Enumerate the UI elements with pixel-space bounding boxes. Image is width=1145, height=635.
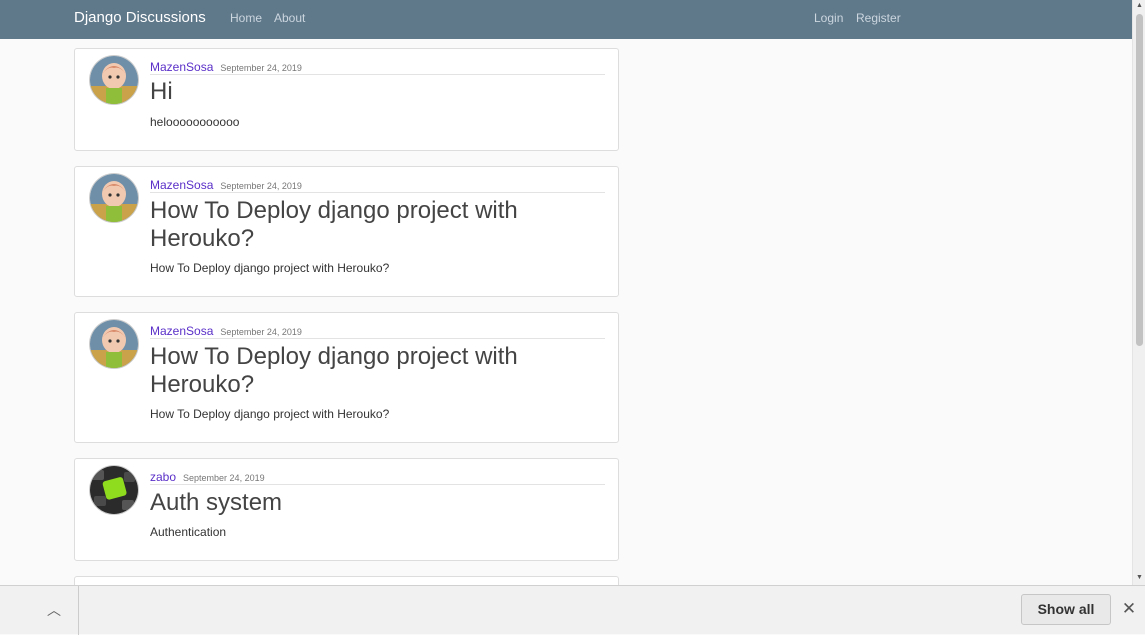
post-title[interactable]: How To Deploy django project with Herouk… (150, 197, 590, 253)
post-card: MazenSosa September 24, 2019 How To Deplo… (74, 166, 619, 297)
post-meta: MazenSosa September 24, 2019 (150, 322, 605, 339)
chevron-up-icon[interactable]: ︿ (36, 596, 72, 624)
close-icon[interactable]: ✕ (1119, 597, 1139, 621)
divider (78, 586, 79, 635)
author-link[interactable]: MazenSosa (150, 178, 213, 192)
post-content: helooooooooooo (150, 115, 240, 129)
cartoon-avatar-icon (90, 174, 138, 222)
main-content: MazenSosa September 24, 2019 Hi heloooooo… (0, 39, 1132, 585)
post-title[interactable]: Auth system (150, 489, 590, 517)
nav-login-link[interactable]: Login (814, 11, 843, 25)
post-card: zabo September 24, 2019 Auth system Authe… (74, 458, 619, 561)
navbar: Django Discussions Home About Login Regi… (0, 0, 1132, 39)
author-link[interactable]: MazenSosa (150, 324, 213, 338)
avatar[interactable] (90, 320, 138, 368)
nav-about-link[interactable]: About (274, 11, 305, 25)
download-bar: ︿ Show all ✕ (0, 585, 1145, 635)
avatar[interactable] (90, 466, 138, 514)
post-date: September 24, 2019 (220, 181, 302, 191)
post-meta: zabo September 24, 2019 (150, 468, 605, 485)
vertical-scrollbar[interactable]: ▲ ▼ (1132, 0, 1145, 585)
post-meta: MazenSosa September 24, 2019 (150, 58, 605, 75)
author-link[interactable]: zabo (150, 470, 176, 484)
post-meta: MazenSosa September 24, 2019 (150, 176, 605, 193)
cartoon-avatar-icon (90, 320, 138, 368)
show-all-button[interactable]: Show all (1021, 594, 1111, 625)
brand-link[interactable]: Django Discussions (74, 9, 206, 26)
post-date: September 24, 2019 (220, 327, 302, 337)
nav-register-link[interactable]: Register (856, 11, 901, 25)
nav-home-link[interactable]: Home (230, 11, 262, 25)
scrollbar-thumb[interactable] (1136, 14, 1143, 346)
post-card: MazenSosa September 24, 2019 How To Deplo… (74, 312, 619, 443)
post-title[interactable]: Hi (150, 78, 590, 106)
post-content: Authentication (150, 525, 227, 539)
post-content: How To Deploy django project with Herouk… (150, 407, 390, 421)
post-title[interactable]: How To Deploy django project with Herouk… (150, 343, 590, 399)
scroll-up-arrow-icon[interactable]: ▲ (1136, 2, 1143, 9)
avatar[interactable] (90, 174, 138, 222)
post-date: September 24, 2019 (220, 63, 302, 73)
author-link[interactable]: MazenSosa (150, 60, 213, 74)
cartoon-avatar-icon (90, 56, 138, 104)
post-card (74, 576, 619, 585)
post-card: MazenSosa September 24, 2019 Hi heloooooo… (74, 48, 619, 151)
scroll-down-arrow-icon[interactable]: ▼ (1136, 574, 1143, 581)
keyboard-avatar-icon (90, 466, 138, 514)
post-date: September 24, 2019 (183, 473, 265, 483)
post-content: How To Deploy django project with Herouk… (150, 261, 390, 275)
avatar[interactable] (90, 56, 138, 104)
